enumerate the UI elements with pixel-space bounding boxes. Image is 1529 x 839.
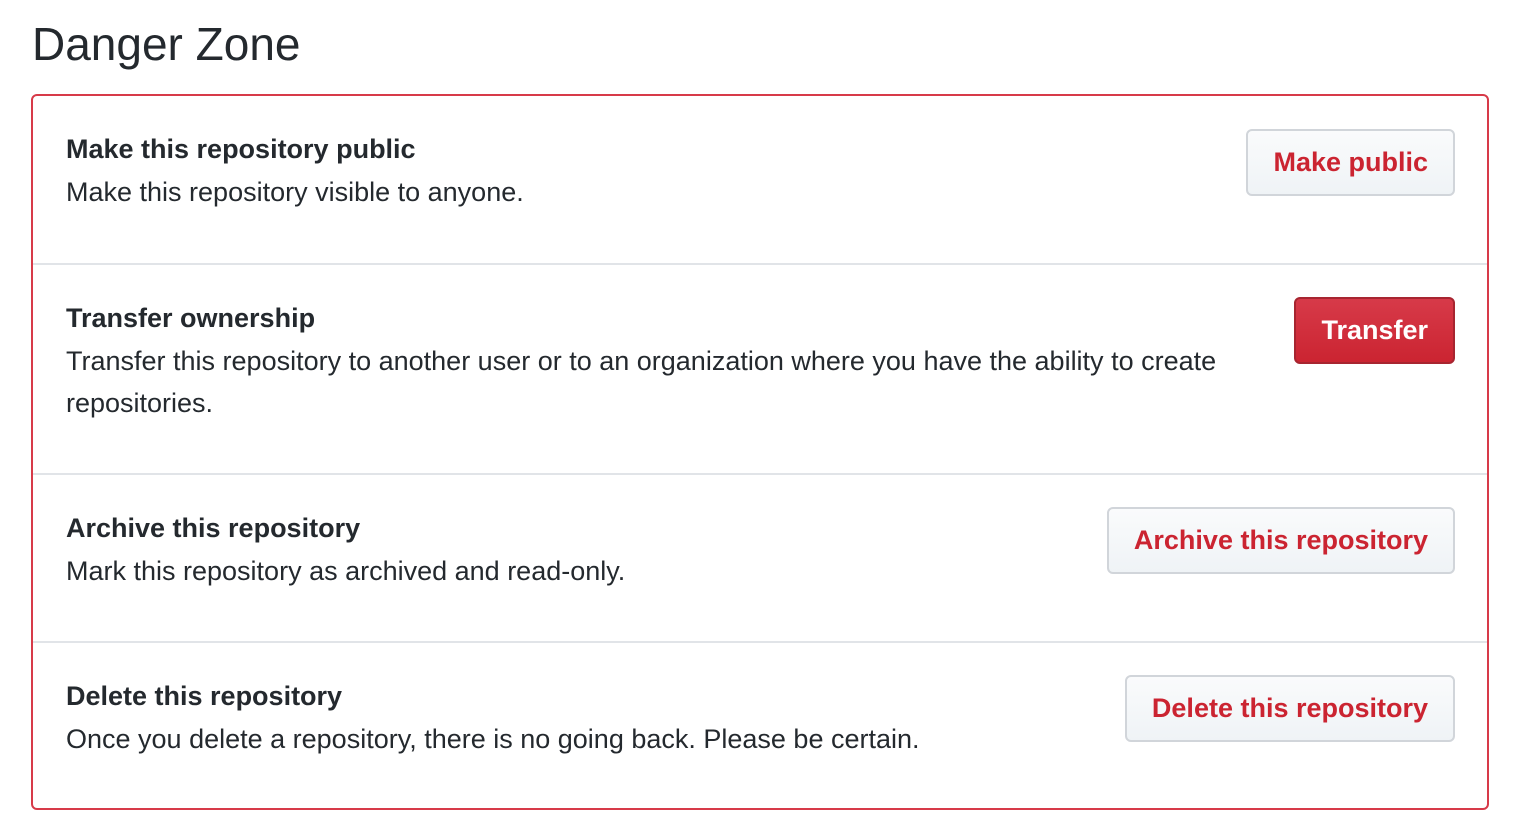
make-public-row: Make this repository public Make this re… bbox=[33, 96, 1487, 265]
archive-heading: Archive this repository bbox=[66, 513, 361, 543]
archive-description: Mark this repository as archived and rea… bbox=[66, 556, 626, 586]
danger-zone-title: Danger Zone bbox=[32, 18, 301, 70]
archive-row: Archive this repository Mark this reposi… bbox=[33, 475, 1487, 643]
transfer-ownership-heading: Transfer ownership bbox=[66, 303, 316, 333]
transfer-ownership-description: Transfer this repository to another user… bbox=[66, 346, 1217, 418]
delete-description: Once you delete a repository, there is n… bbox=[66, 724, 920, 754]
delete-row: Delete this repository Once you delete a… bbox=[33, 643, 1487, 808]
make-public-heading: Make this repository public bbox=[66, 134, 416, 164]
delete-repository-button[interactable]: Delete this repository bbox=[1124, 675, 1455, 742]
delete-heading: Delete this repository bbox=[66, 681, 343, 711]
danger-zone-box: Make this repository public Make this re… bbox=[31, 94, 1489, 810]
transfer-ownership-row: Transfer ownership Transfer this reposit… bbox=[33, 265, 1487, 475]
make-public-button[interactable]: Make public bbox=[1246, 129, 1455, 196]
archive-repository-button[interactable]: Archive this repository bbox=[1106, 507, 1455, 574]
make-public-description: Make this repository visible to anyone. bbox=[66, 177, 524, 207]
settings-page: Danger Zone Make this repository public … bbox=[0, 0, 1529, 839]
transfer-button[interactable]: Transfer bbox=[1294, 297, 1455, 364]
